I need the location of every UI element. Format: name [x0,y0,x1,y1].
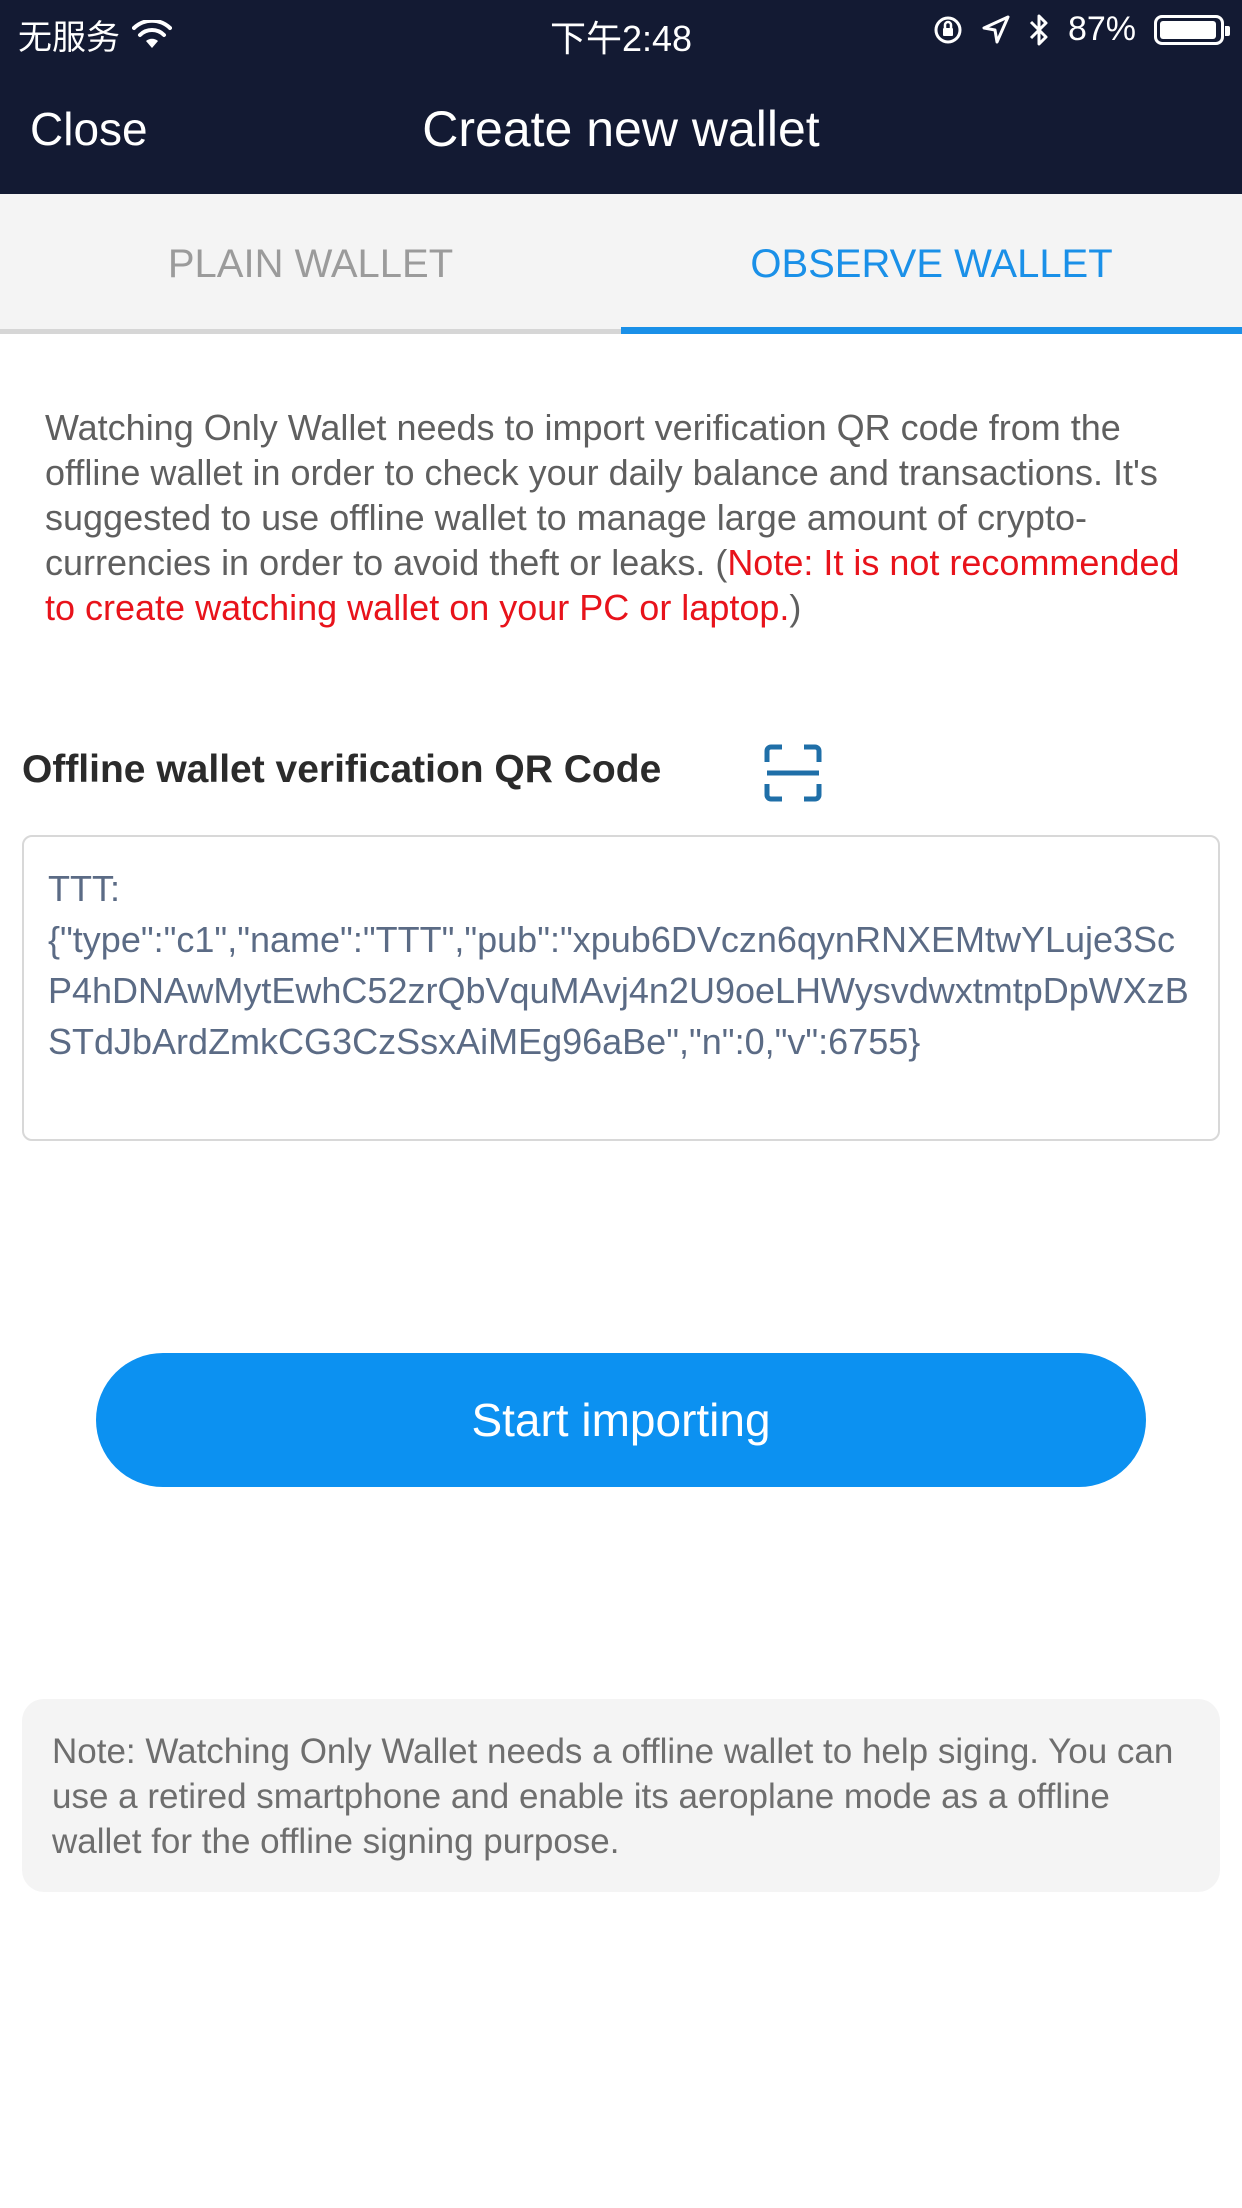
qr-code-input[interactable]: TTT: {"type":"c1","name":"TTT","pub":"xp… [22,835,1220,1141]
status-right: 87% [932,10,1230,49]
header: 无服务 下午2:48 87% Close Create new wallet [0,0,1242,194]
page-title: Create new wallet [422,101,820,157]
orientation-lock-icon [934,16,962,43]
description-closing: ) [789,587,802,628]
battery-icon [1154,14,1230,45]
location-icon [982,15,1010,43]
start-importing-button[interactable]: Start importing [96,1353,1146,1487]
tab-observe-wallet[interactable]: OBSERVE WALLET [621,194,1242,334]
battery-percent: 87% [1067,10,1136,48]
wallet-type-tabs: PLAIN WALLET OBSERVE WALLET [0,194,1242,334]
offline-wallet-note: Note: Watching Only Wallet needs a offli… [22,1699,1220,1892]
scan-qr-icon[interactable] [764,744,822,802]
bluetooth-icon [1029,14,1048,45]
observe-wallet-description: Watching Only Wallet needs to import ver… [45,405,1205,630]
status-bar: 无服务 下午2:48 87% [0,0,1242,62]
nav-bar: Close Create new wallet [0,62,1242,194]
tab-plain-wallet[interactable]: PLAIN WALLET [0,194,621,334]
qr-code-label: Offline wallet verification QR Code [22,748,662,791]
